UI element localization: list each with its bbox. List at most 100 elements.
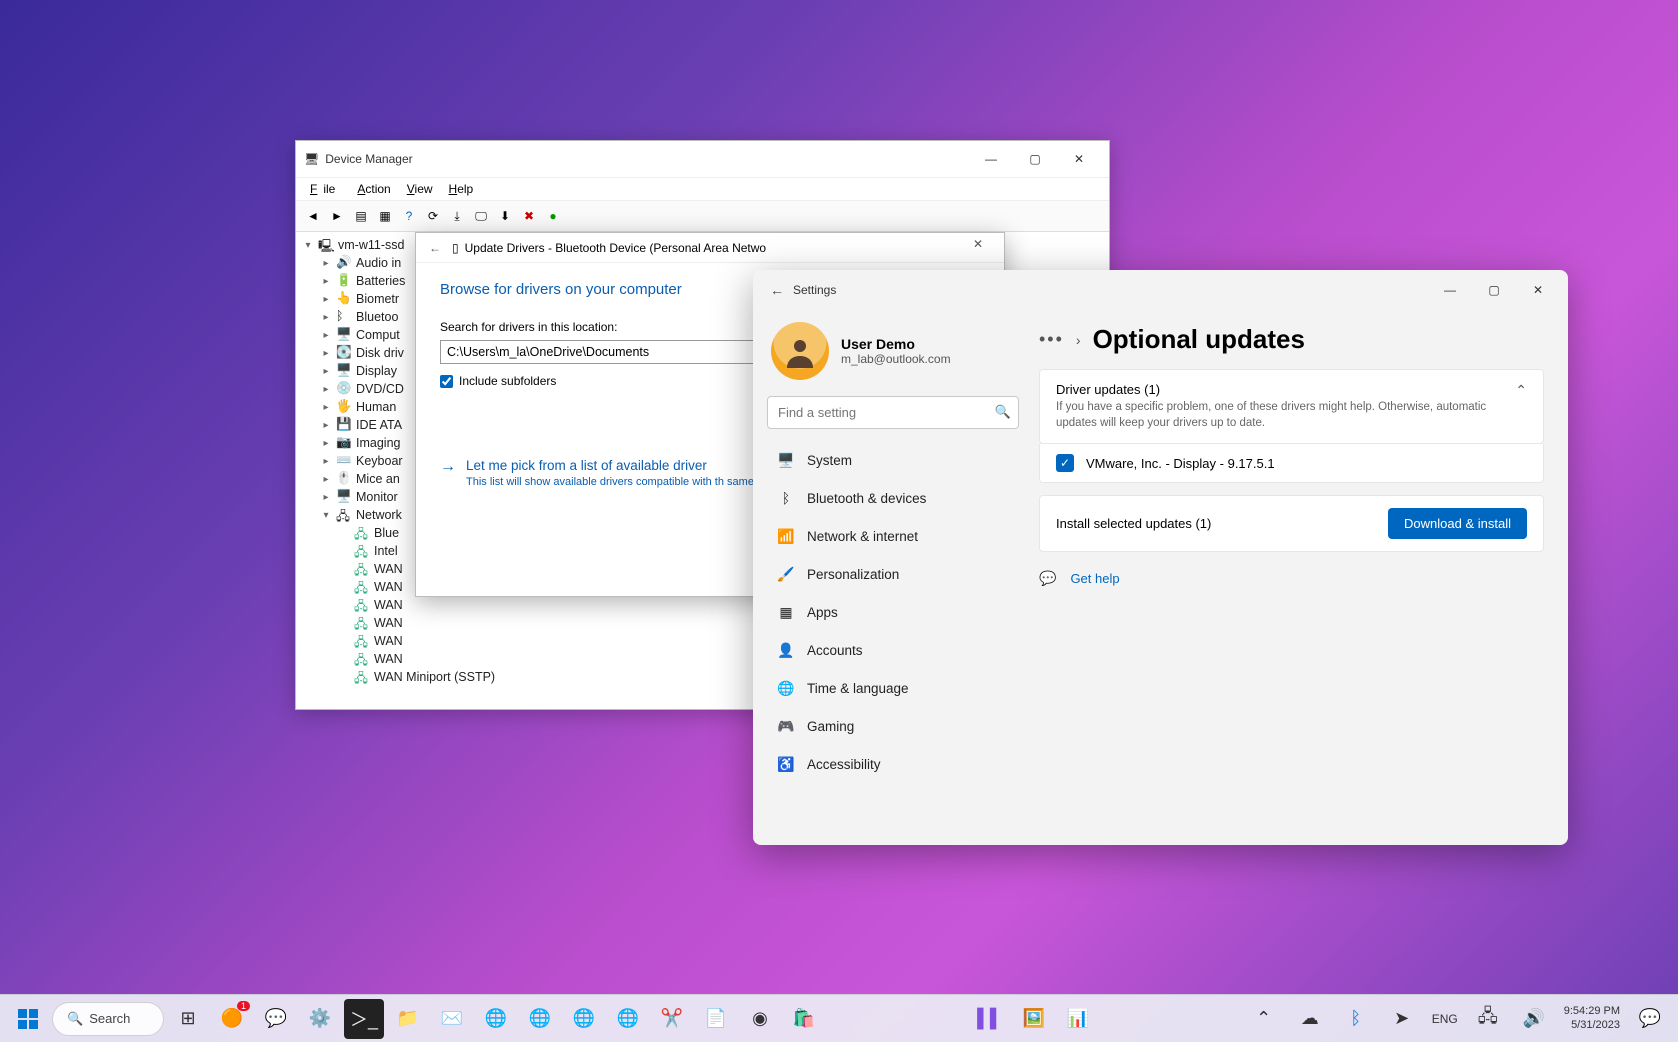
include-subfolders-input[interactable] [440,375,453,388]
pinned-app-snip[interactable]: ✂️ [652,999,692,1039]
search-icon: 🔍 [995,404,1011,420]
nav-icon: ᛒ [777,489,795,507]
devmgr-toolbar: ◄ ► ▤ ▦ ? ⟳ ⤓ 🖵 ⬇ ✖ ● [296,201,1109,232]
pinned-app-1[interactable]: 🟠 [212,999,252,1039]
pinned-app-explorer[interactable]: 📁 [388,999,428,1039]
nav-icon: 🖌️ [777,565,795,583]
sidebar-item-label: System [807,453,852,468]
chevron-up-icon[interactable]: ⌃ [1515,382,1527,399]
tray-overflow-icon[interactable]: ⌃ [1244,999,1284,1039]
tray-onedrive-icon[interactable]: ☁ [1290,999,1330,1039]
driver-updates-card[interactable]: Driver updates (1) If you have a specifi… [1039,369,1544,444]
sidebar-item-personalization[interactable]: 🖌️ Personalization [767,557,1019,591]
settings-sidebar: User Demo m_lab@outlook.com 🔍 🖥️System ᛒB… [753,310,1033,845]
breadcrumb-overflow[interactable]: ••• [1039,329,1064,350]
pinned-app-store[interactable]: 🛍️ [784,999,824,1039]
sidebar-item-apps[interactable]: ▦Apps [767,595,1019,629]
task-view-icon[interactable]: ⊞ [168,999,208,1039]
nav-icon: ♿ [777,755,795,773]
menu-action[interactable]: Action [351,180,396,198]
close-button[interactable]: ✕ [960,237,996,259]
menu-view[interactable]: View [401,180,439,198]
help-icon[interactable]: ? [398,205,420,227]
get-help-row[interactable]: 💬 Get help [1039,570,1544,587]
tray-location-icon[interactable]: ➤ [1382,999,1422,1039]
back-icon[interactable]: ◄ [302,205,324,227]
remove-icon[interactable]: ✖ [518,205,540,227]
pinned-app-terminal[interactable]: ＞_ [344,999,384,1039]
sidebar-item-accessibility[interactable]: ♿Accessibility [767,747,1019,781]
devmgr-titlebar[interactable]: 🖥 Device Manager — ▢ ✕ [296,141,1109,177]
download-install-button[interactable]: Download & install [1388,508,1527,539]
driver-item-row[interactable]: ✓ VMware, Inc. - Display - 9.17.5.1 [1039,444,1544,483]
tray-notifications-icon[interactable]: 💬 [1630,999,1670,1039]
back-button[interactable]: ← [761,282,793,298]
arrow-right-icon: → [440,458,456,476]
sidebar-item-label: Gaming [807,719,854,734]
pinned-app-outlook[interactable]: ✉️ [432,999,472,1039]
pinned-app-settings[interactable]: ⚙️ [300,999,340,1039]
tray-language[interactable]: ENG [1428,999,1462,1039]
close-button[interactable]: ✕ [1516,275,1560,305]
sidebar-item-label: Accounts [807,643,863,658]
settings-window: ← Settings — ▢ ✕ User Demo m_lab@outlook… [753,270,1568,845]
close-button[interactable]: ✕ [1057,145,1101,173]
get-help-link[interactable]: Get help [1070,571,1119,586]
center-app-3[interactable]: 📊 [1058,999,1098,1039]
settings-titlebar[interactable]: ← Settings — ▢ ✕ [753,270,1568,310]
show-hide-tree-icon[interactable]: ▤ [350,205,372,227]
user-email: m_lab@outlook.com [841,352,951,366]
sidebar-item-accounts[interactable]: 👤Accounts [767,633,1019,667]
maximize-button[interactable]: ▢ [1013,145,1057,173]
sidebar-item-label: Bluetooth & devices [807,491,926,506]
page-title: Optional updates [1093,324,1305,355]
tray-network-icon[interactable]: 🖧 [1468,999,1508,1039]
center-app-2[interactable]: 🖼️ [1014,999,1054,1039]
sidebar-item-time-language[interactable]: 🌐Time & language [767,671,1019,705]
back-icon[interactable]: ← [424,241,446,255]
disable-device-icon[interactable]: ⬇ [494,205,516,227]
maximize-button[interactable]: ▢ [1472,275,1516,305]
taskbar-search[interactable]: 🔍 Search [52,1002,164,1036]
help-icon: 💬 [1039,570,1056,587]
settings-search[interactable]: 🔍 [767,396,1019,429]
properties-icon[interactable]: ▦ [374,205,396,227]
center-app-1[interactable]: ▌▌ [970,999,1010,1039]
menu-file[interactable]: File [304,180,347,198]
minimize-button[interactable]: — [969,145,1013,173]
minimize-button[interactable]: — [1428,275,1472,305]
sidebar-item-bluetooth-devices[interactable]: ᛒ Bluetooth & devices [767,481,1019,515]
pinned-app-notepad[interactable]: 📄 [696,999,736,1039]
install-label: Install selected updates (1) [1056,516,1211,531]
uninstall-device-icon[interactable]: 🖵 [470,205,492,227]
sidebar-item-gaming[interactable]: 🎮Gaming [767,709,1019,743]
pinned-app-edge-beta[interactable]: 🌐 [520,999,560,1039]
pinned-app-edge-canary[interactable]: 🌐 [608,999,648,1039]
settings-main: ••• › Optional updates Driver updates (1… [1033,310,1568,845]
tray-volume-icon[interactable]: 🔊 [1514,999,1554,1039]
add-legacy-icon[interactable]: ● [542,205,564,227]
menu-help[interactable]: Help [443,180,480,198]
pinned-app-chrome[interactable]: ◉ [740,999,780,1039]
sidebar-item-network-internet[interactable]: 📶Network & internet [767,519,1019,553]
user-block[interactable]: User Demo m_lab@outlook.com [771,322,1015,380]
pinned-app-edge[interactable]: 🌐 [476,999,516,1039]
tray-clock[interactable]: 9:54:29 PM 5/31/2023 [1560,1005,1624,1031]
search-input[interactable] [767,396,1019,429]
scan-hardware-icon[interactable]: ⟳ [422,205,444,227]
driver-checkbox[interactable]: ✓ [1056,454,1074,472]
settings-app-label: Settings [793,283,836,297]
sidebar-item-label: Apps [807,605,838,620]
settings-nav: 🖥️System ᛒ Bluetooth & devices 📶Network & i… [767,443,1019,781]
tray-bluetooth-icon[interactable]: ᛒ [1336,999,1376,1039]
pinned-app-chat[interactable]: 💬 [256,999,296,1039]
updrv-titlebar[interactable]: ← ▯ Update Drivers - Bluetooth Device (P… [416,233,1004,263]
driver-updates-sub: If you have a specific problem, one of t… [1056,399,1503,431]
start-button[interactable] [8,999,48,1039]
sidebar-item-system[interactable]: 🖥️System [767,443,1019,477]
update-driver-icon[interactable]: ⤓ [446,205,468,227]
pinned-app-edge-dev[interactable]: 🌐 [564,999,604,1039]
forward-icon[interactable]: ► [326,205,348,227]
device-icon: ▯ [452,241,459,255]
sidebar-item-label: Personalization [807,567,899,582]
